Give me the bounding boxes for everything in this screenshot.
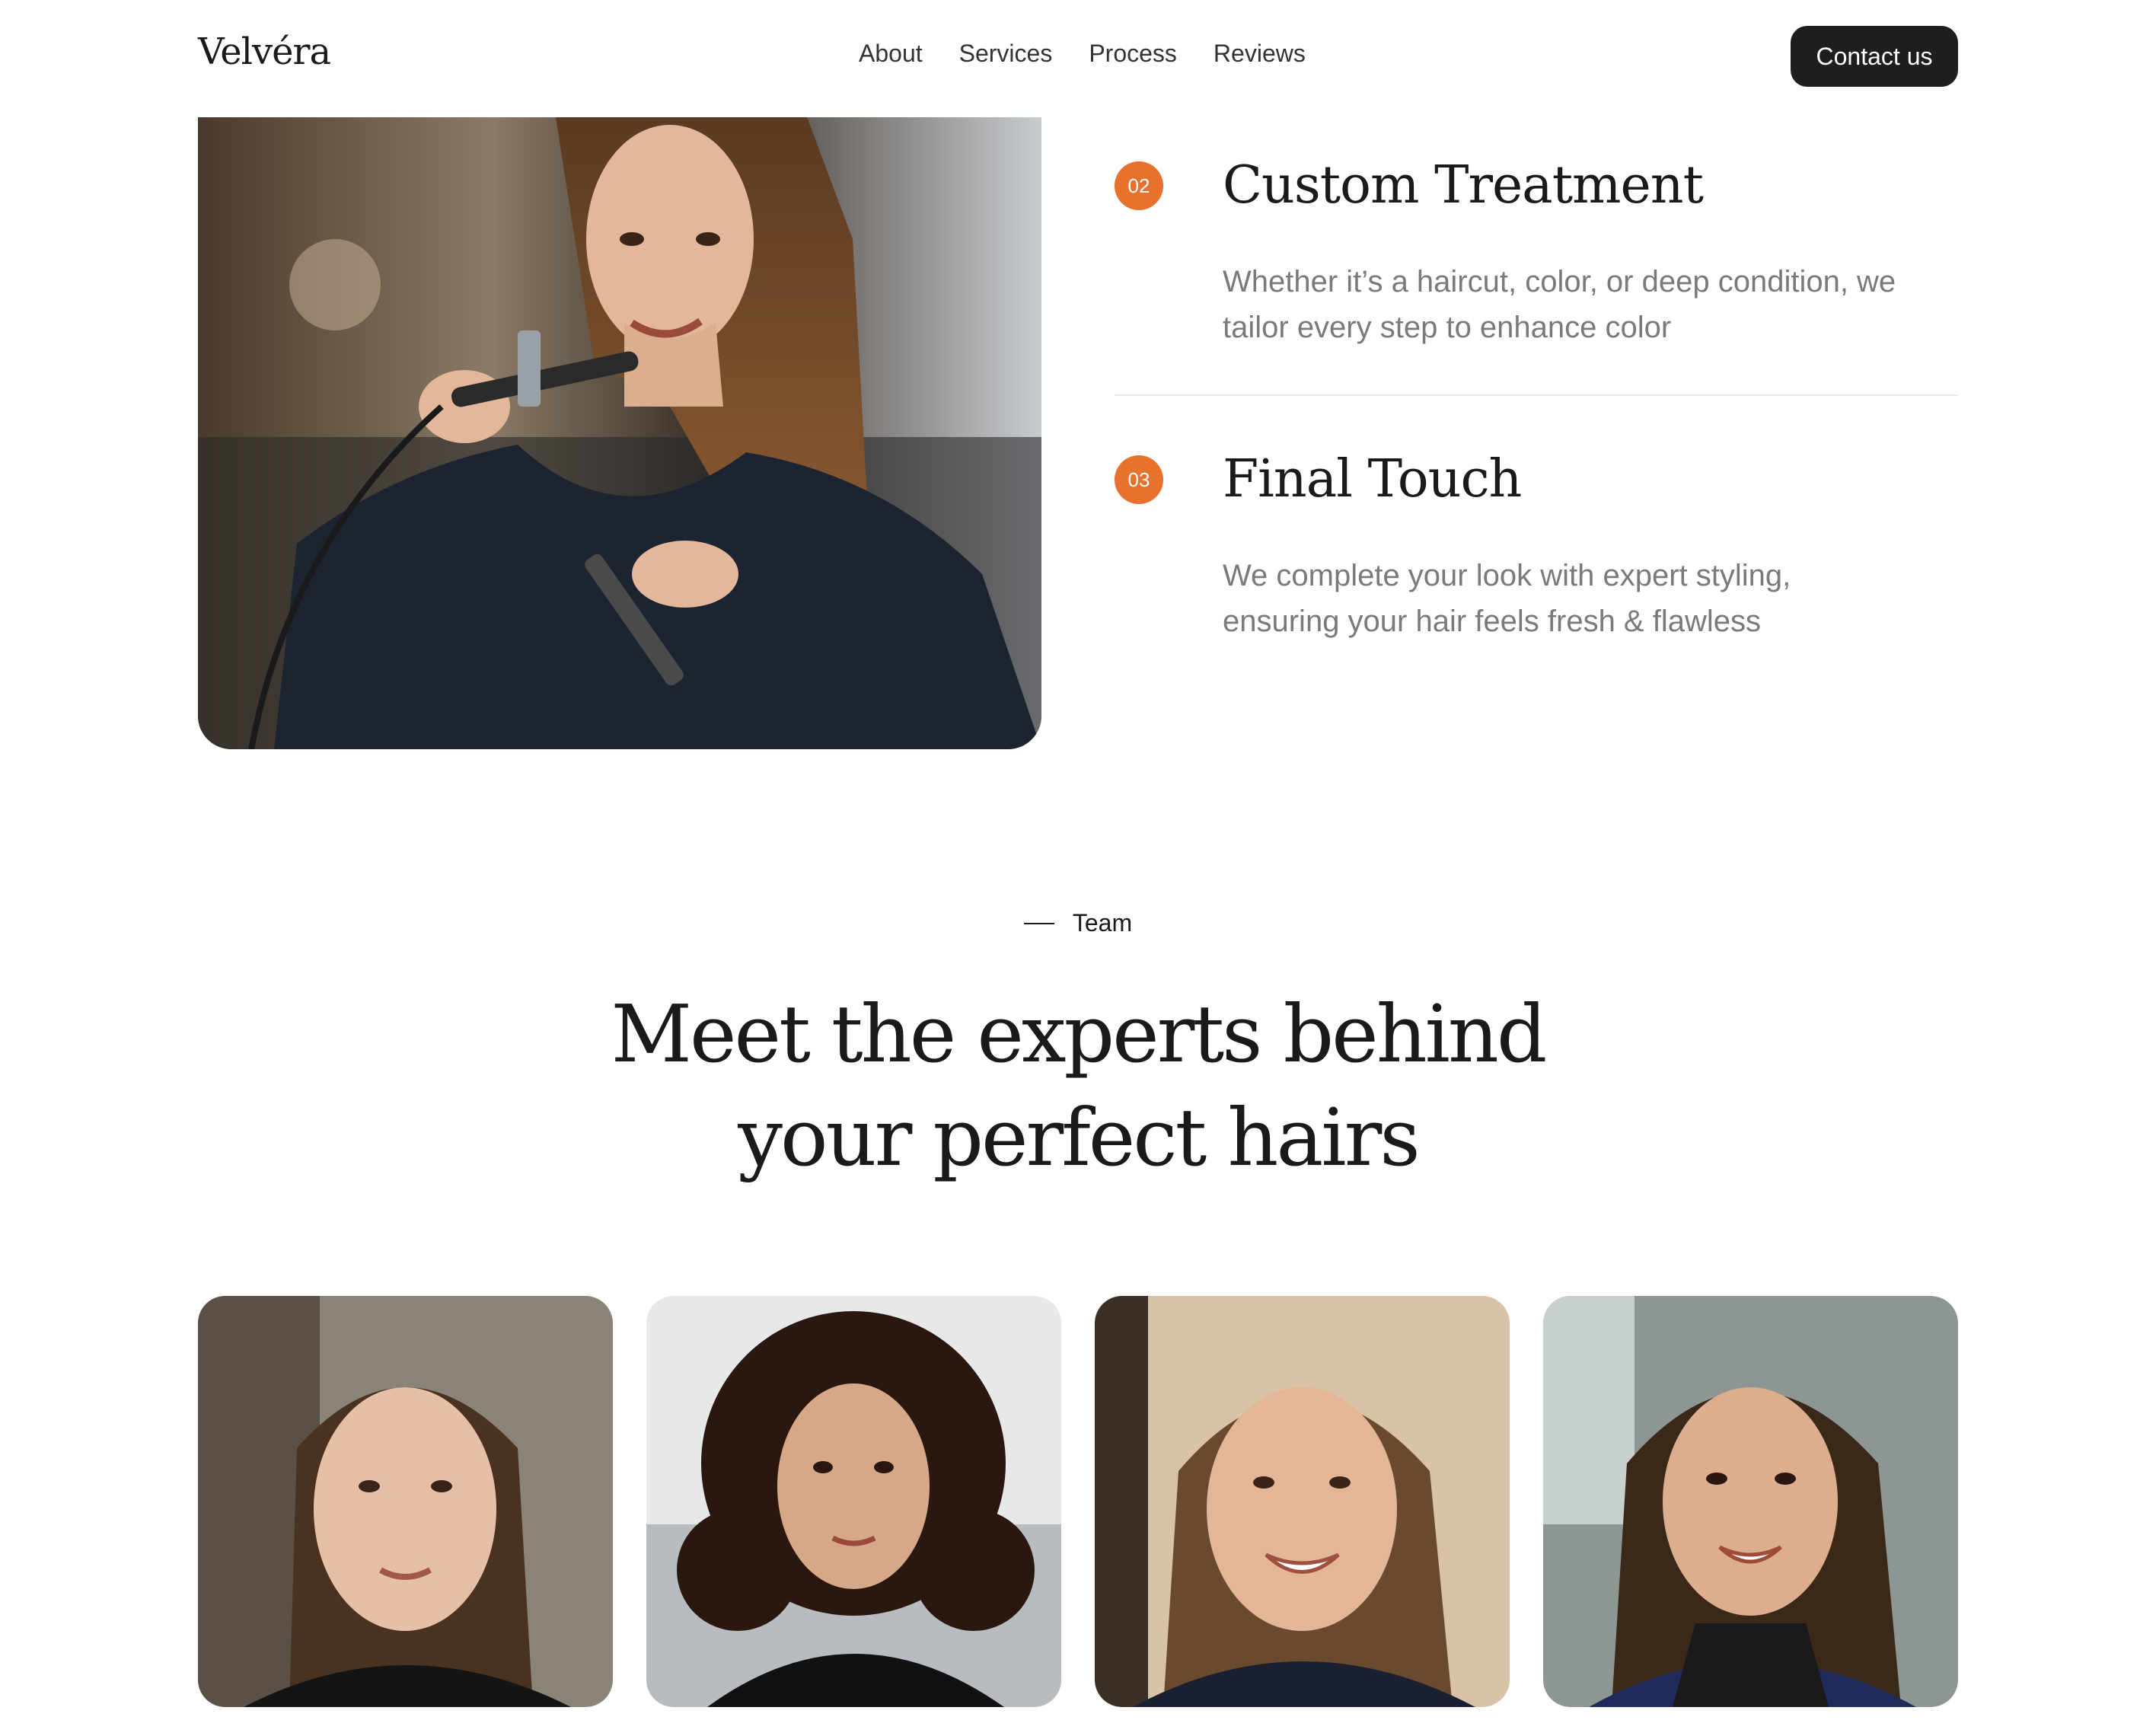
step-title: Final Touch: [1223, 449, 1522, 509]
team-heading: Meet the experts behind your perfect hai…: [0, 982, 2156, 1189]
team-grid: [198, 1296, 1958, 1707]
team-member-photo[interactable]: [646, 1296, 1061, 1707]
portrait-illustration: [198, 1296, 613, 1707]
nav-link-process[interactable]: Process: [1089, 40, 1177, 68]
step-description: We complete your look with expert stylin…: [1223, 559, 1791, 638]
step-divider: [1115, 394, 1958, 396]
contact-us-button[interactable]: Contact us: [1791, 26, 1958, 87]
brand-logo[interactable]: Velvéra: [198, 30, 331, 73]
eyebrow-label: Team: [1072, 909, 1133, 937]
nav-link-services[interactable]: Services: [959, 40, 1053, 68]
site-header: Velvéra About Services Process Reviews C…: [0, 0, 2156, 114]
portrait-illustration: [1543, 1296, 1958, 1707]
team-heading-line: your perfect hairs: [738, 1091, 1420, 1184]
step-description: Whether it’s a haircut, color, or deep c…: [1223, 265, 1896, 344]
team-member-photo[interactable]: [198, 1296, 613, 1707]
eyebrow-dash: [1023, 922, 1054, 924]
main-nav: About Services Process Reviews: [859, 40, 1306, 68]
portrait-illustration: [1095, 1296, 1510, 1707]
team-member-photo[interactable]: [1543, 1296, 1958, 1707]
step-title: Custom Treatment: [1223, 155, 1704, 215]
step-number-badge: 02: [1115, 161, 1163, 210]
team-eyebrow: Team: [0, 909, 2156, 937]
stylist-illustration: [198, 117, 1041, 749]
nav-link-reviews[interactable]: Reviews: [1214, 40, 1306, 68]
portrait-illustration: [646, 1296, 1061, 1707]
team-heading-line: Meet the experts behind: [611, 988, 1548, 1080]
step-number-badge: 03: [1115, 455, 1163, 504]
nav-link-about[interactable]: About: [859, 40, 923, 68]
team-member-photo[interactable]: [1095, 1296, 1510, 1707]
stylist-photo: [198, 117, 1041, 749]
